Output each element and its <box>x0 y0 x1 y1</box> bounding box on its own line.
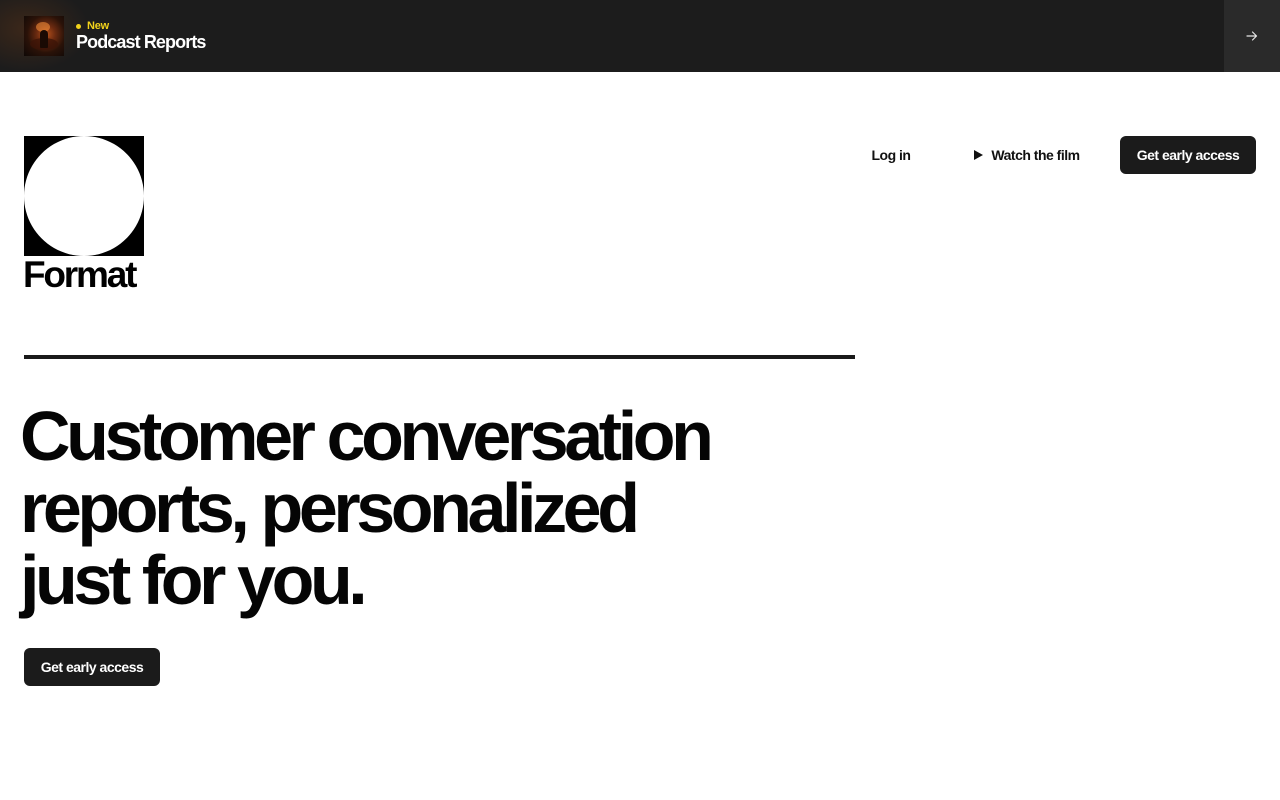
play-icon <box>974 150 984 160</box>
new-dot-icon <box>76 23 81 29</box>
format-logo-mark-icon <box>24 136 144 256</box>
announcement-banner: New Podcast Reports <box>0 0 1280 72</box>
nav-get-early-access-button[interactable]: Get early access <box>1120 136 1256 174</box>
arrow-right-icon <box>1246 31 1258 41</box>
headline-line: reports, personalized <box>20 469 640 547</box>
banner-title: Podcast Reports <box>76 32 206 52</box>
podcast-reports-banner-link[interactable]: New Podcast Reports <box>0 0 1224 72</box>
watch-film-button[interactable]: Watch the film <box>958 136 1096 174</box>
headline-line: Customer conversation <box>20 397 714 475</box>
watch-film-label: Watch the film <box>991 147 1080 163</box>
podcast-thumbnail-image <box>24 16 64 56</box>
banner-arrow-button[interactable] <box>1224 0 1280 72</box>
hero-get-early-access-button[interactable]: Get early access <box>24 648 160 686</box>
hero-divider <box>24 355 855 359</box>
login-link[interactable]: Log in <box>856 136 926 174</box>
hero-headline: Customer conversation reports, personali… <box>20 400 840 616</box>
headline-line: just for you. <box>20 541 368 619</box>
format-logo[interactable]: Format <box>23 136 144 295</box>
logo-wordmark: Format <box>23 254 137 295</box>
